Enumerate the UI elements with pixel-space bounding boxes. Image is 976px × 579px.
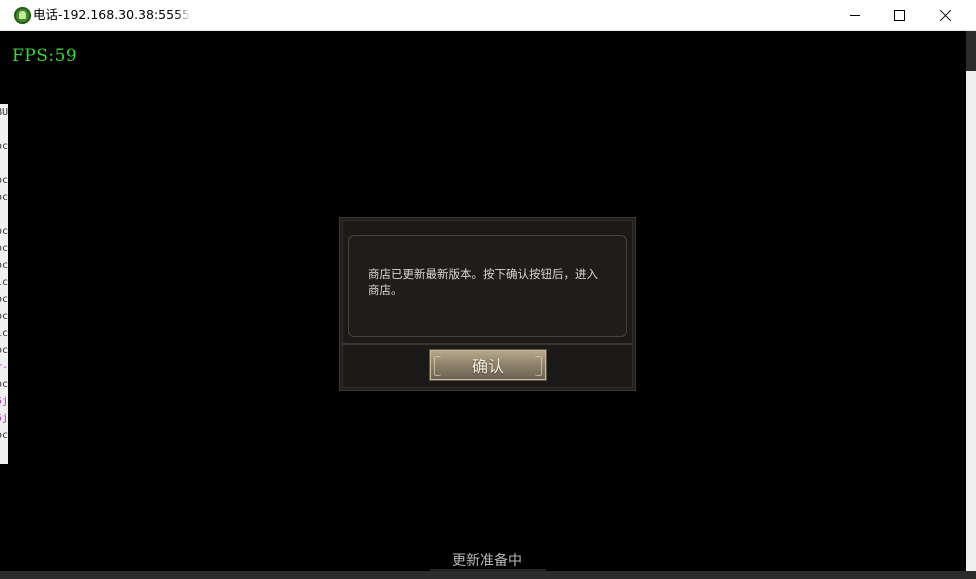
dialog-divider	[342, 343, 633, 345]
log-line: ic	[0, 277, 8, 288]
log-line: oc	[0, 243, 8, 254]
log-line: oc	[0, 345, 8, 356]
button-ornament-right	[535, 356, 542, 376]
log-line: oc	[0, 226, 8, 237]
button-ornament-left	[434, 356, 441, 376]
log-line: :	[0, 206, 8, 223]
bottom-window-edge	[0, 571, 976, 579]
dialog-message: 商店已更新最新版本。按下确认按钮后，进入商店。	[368, 267, 598, 297]
update-progress-bar	[430, 569, 546, 572]
maximize-button[interactable]	[876, 0, 922, 30]
background-log-strip: BU oc oc oc : oc oc oc ic oc oc ic oc r-…	[0, 104, 8, 464]
log-line: r-	[0, 362, 8, 373]
minimize-button[interactable]	[832, 0, 878, 30]
right-window-edge-top	[966, 31, 976, 71]
confirm-button[interactable]: 确认	[429, 349, 547, 381]
emulator-window: 电话-192.168.30.38:5555 BU oc oc oc : oc o…	[0, 0, 976, 579]
close-icon	[939, 9, 951, 21]
log-line: oc	[0, 311, 8, 322]
log-line: ic	[0, 328, 8, 339]
right-window-edge	[966, 31, 976, 579]
window-title: 电话-192.168.30.38:5555	[33, 7, 190, 22]
title-bar[interactable]: 电话-192.168.30.38:5555	[0, 0, 976, 31]
log-line: 5j	[0, 413, 8, 424]
android-icon	[14, 7, 31, 24]
confirm-button-label: 确认	[471, 357, 504, 376]
update-dialog: 商店已更新最新版本。按下确认按钮后，进入商店。 确认	[339, 217, 636, 391]
update-status-text: 更新准备中	[452, 553, 522, 569]
maximize-icon	[893, 9, 905, 21]
log-line: oc	[0, 430, 8, 441]
log-line: oc	[0, 294, 8, 305]
title-fade	[176, 5, 190, 25]
log-line: oc	[0, 192, 8, 203]
minimize-icon	[850, 14, 860, 16]
log-line: oc	[0, 141, 8, 152]
log-line: BU	[0, 107, 8, 118]
fps-counter: FPS:59	[12, 46, 78, 66]
log-line: 5j	[0, 396, 8, 407]
log-line: oc	[0, 379, 8, 390]
close-button[interactable]	[922, 0, 968, 30]
dialog-message-panel: 商店已更新最新版本。按下确认按钮后，进入商店。	[348, 235, 627, 337]
log-line: oc	[0, 175, 8, 186]
log-line: oc	[0, 260, 8, 271]
